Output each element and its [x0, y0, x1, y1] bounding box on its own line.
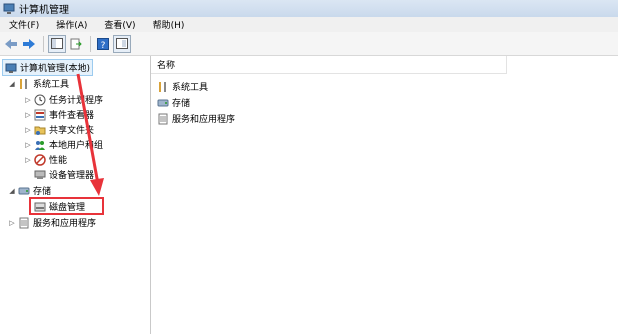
collapse-triangle-icon[interactable]: ◢	[8, 187, 16, 195]
tree-item-device-manager[interactable]: 设备管理器	[32, 167, 94, 182]
annotation-highlight-box	[29, 197, 104, 215]
computer-management-icon	[5, 63, 17, 73]
services-icon	[19, 217, 29, 228]
column-header-name[interactable]: 名称	[151, 56, 506, 74]
tree-item-performance[interactable]: ▷ 性能	[24, 152, 67, 167]
users-icon	[35, 140, 45, 150]
services-icon	[158, 113, 168, 124]
tree-root-label: 计算机管理(本地)	[20, 64, 91, 74]
list-item-label: 服务和应用程序	[172, 115, 236, 125]
performance-icon	[34, 153, 46, 166]
column-divider[interactable]	[506, 56, 507, 74]
event-viewer-icon	[34, 109, 46, 120]
toolbar-separator	[90, 35, 91, 52]
expand-triangle-icon[interactable]: ▷	[24, 141, 32, 149]
tree-label: 服务和应用程序	[33, 219, 97, 229]
tree-label: 存储	[33, 187, 52, 197]
list-item[interactable]: 存储	[157, 95, 190, 110]
tree-item-services-applications[interactable]: ▷ 服务和应用程序	[8, 215, 96, 230]
tree-root[interactable]: 计算机管理(本地)	[2, 59, 94, 76]
expand-triangle-icon[interactable]: ▷	[24, 126, 32, 134]
menu-action[interactable]: 操作(A)	[47, 18, 95, 31]
tree-label: 共享文件夹	[49, 126, 95, 136]
help-icon[interactable]: ?	[95, 36, 111, 52]
device-manager-icon	[34, 170, 46, 179]
tree-label: 任务计划程序	[49, 96, 104, 106]
show-tree-icon[interactable]	[48, 34, 66, 53]
toolbar: ?	[0, 32, 618, 56]
menu-view[interactable]: 查看(V)	[95, 18, 143, 31]
list-item-label: 存储	[172, 99, 191, 109]
shared-folder-icon	[34, 126, 46, 135]
tree-label: 性能	[49, 156, 68, 166]
tools-icon	[20, 78, 27, 89]
back-arrow-icon[interactable]	[3, 36, 19, 52]
tree-item-system-tools[interactable]: ◢ 系统工具	[8, 76, 69, 91]
clock-icon	[34, 94, 46, 105]
export-list-icon[interactable]	[68, 36, 84, 52]
tree-item-local-users-groups[interactable]: ▷ 本地用户和组	[24, 137, 103, 152]
title-bar: 计算机管理	[0, 0, 618, 17]
tree-item-shared-folders[interactable]: ▷ 共享文件夹	[24, 122, 94, 137]
column-header-label: 名称	[157, 61, 176, 71]
tree-label: 事件查看器	[49, 111, 95, 121]
details-list: 名称 系统工具 存储 服务和应用程序	[151, 56, 618, 334]
svg-text:?: ?	[101, 41, 106, 50]
list-item[interactable]: 系统工具	[157, 79, 208, 94]
properties-icon[interactable]	[113, 34, 131, 53]
storage-icon	[18, 187, 30, 194]
collapse-triangle-icon[interactable]: ◢	[8, 80, 16, 88]
menu-help[interactable]: 帮助(H)	[144, 18, 193, 31]
storage-icon	[157, 99, 169, 106]
tree-label: 本地用户和组	[49, 141, 104, 151]
tree-item-task-scheduler[interactable]: ▷ 任务计划程序	[24, 92, 103, 107]
menu-bar: 文件(F) 操作(A) 查看(V) 帮助(H)	[0, 17, 618, 32]
computer-management-icon	[3, 3, 15, 14]
forward-arrow-icon[interactable]	[21, 36, 37, 52]
tree-label: 设备管理器	[49, 171, 95, 181]
tools-icon	[159, 81, 166, 92]
tree-item-event-viewer[interactable]: ▷ 事件查看器	[24, 107, 94, 122]
tree-item-storage[interactable]: ◢ 存储	[8, 183, 51, 198]
navigation-tree: 计算机管理(本地) ◢ 系统工具 ▷ 任务计划程序 ▷ 事件查看器 ▷ 共享文件…	[0, 56, 151, 334]
expand-triangle-icon[interactable]: ▷	[24, 156, 32, 164]
list-item-label: 系统工具	[172, 83, 209, 93]
menu-file[interactable]: 文件(F)	[0, 18, 47, 31]
expand-triangle-icon[interactable]: ▷	[24, 111, 32, 119]
toolbar-separator	[43, 35, 44, 52]
list-item[interactable]: 服务和应用程序	[157, 111, 235, 126]
tree-label: 系统工具	[33, 80, 70, 90]
expand-triangle-icon[interactable]: ▷	[8, 219, 16, 227]
expand-triangle-icon[interactable]: ▷	[24, 96, 32, 104]
window-title: 计算机管理	[19, 5, 69, 16]
